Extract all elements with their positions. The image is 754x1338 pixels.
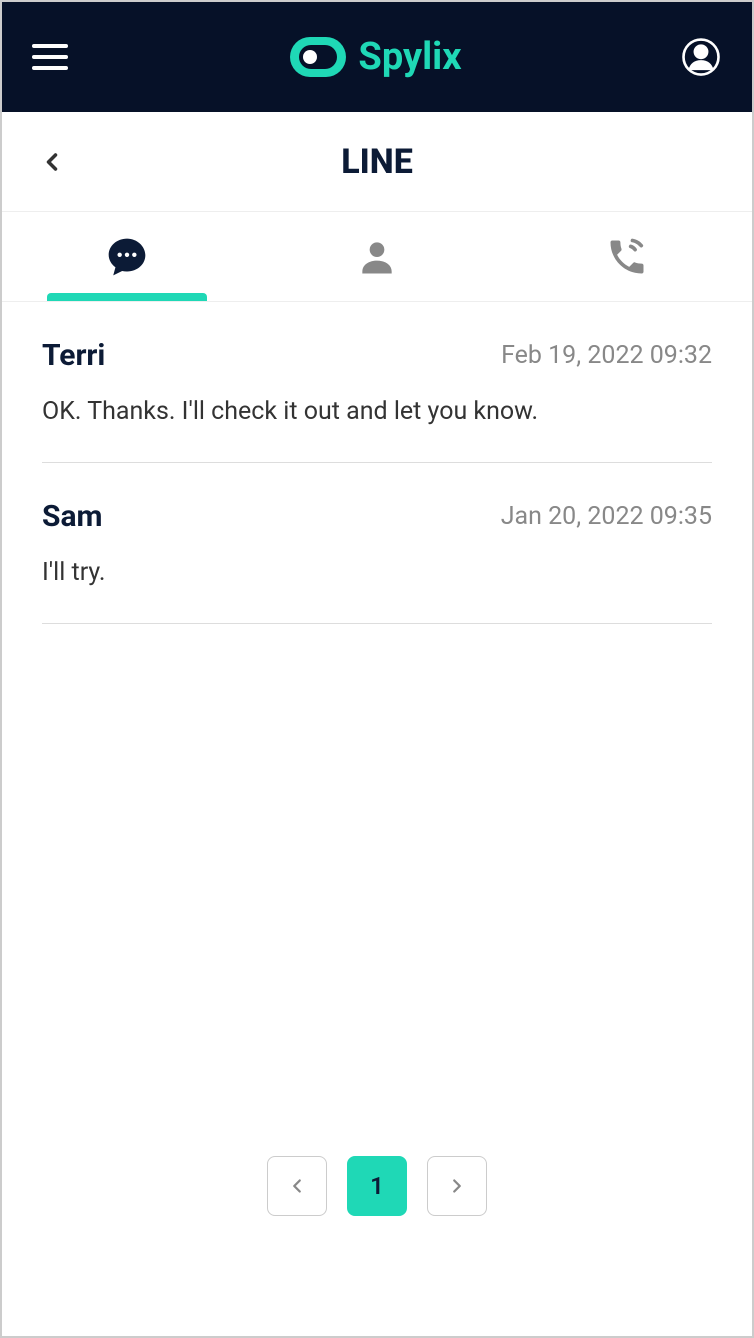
next-page-button[interactable] bbox=[427, 1156, 487, 1216]
prev-page-button[interactable] bbox=[267, 1156, 327, 1216]
tab-chat[interactable] bbox=[2, 212, 252, 301]
chevron-left-icon bbox=[286, 1175, 308, 1197]
page-title: LINE bbox=[341, 142, 413, 182]
message-sender: Sam bbox=[42, 499, 103, 534]
brand-logo: Spylix bbox=[290, 35, 461, 79]
chevron-right-icon bbox=[446, 1175, 468, 1197]
profile-icon[interactable] bbox=[680, 36, 722, 78]
title-bar: LINE bbox=[2, 112, 752, 212]
message-list: Terri Feb 19, 2022 09:32 OK. Thanks. I'l… bbox=[2, 302, 752, 1116]
tab-bar bbox=[2, 212, 752, 302]
phone-icon bbox=[605, 235, 649, 279]
tab-calls[interactable] bbox=[502, 212, 752, 301]
message-sender: Terri bbox=[42, 338, 105, 373]
message-timestamp: Jan 20, 2022 09:35 bbox=[501, 502, 712, 531]
tab-contacts[interactable] bbox=[252, 212, 502, 301]
back-button[interactable] bbox=[32, 142, 72, 182]
menu-icon[interactable] bbox=[32, 37, 72, 77]
logo-icon bbox=[290, 37, 346, 77]
page-number-button[interactable]: 1 bbox=[347, 1156, 407, 1216]
list-item[interactable]: Terri Feb 19, 2022 09:32 OK. Thanks. I'l… bbox=[42, 302, 712, 463]
brand-name: Spylix bbox=[358, 35, 461, 79]
message-timestamp: Feb 19, 2022 09:32 bbox=[501, 341, 712, 370]
list-item[interactable]: Sam Jan 20, 2022 09:35 I'll try. bbox=[42, 463, 712, 624]
message-text: I'll try. bbox=[42, 558, 712, 587]
chat-icon bbox=[105, 235, 149, 279]
message-text: OK. Thanks. I'll check it out and let yo… bbox=[42, 397, 712, 426]
pagination: 1 bbox=[2, 1116, 752, 1336]
app-header: Spylix bbox=[2, 2, 752, 112]
person-icon bbox=[355, 235, 399, 279]
